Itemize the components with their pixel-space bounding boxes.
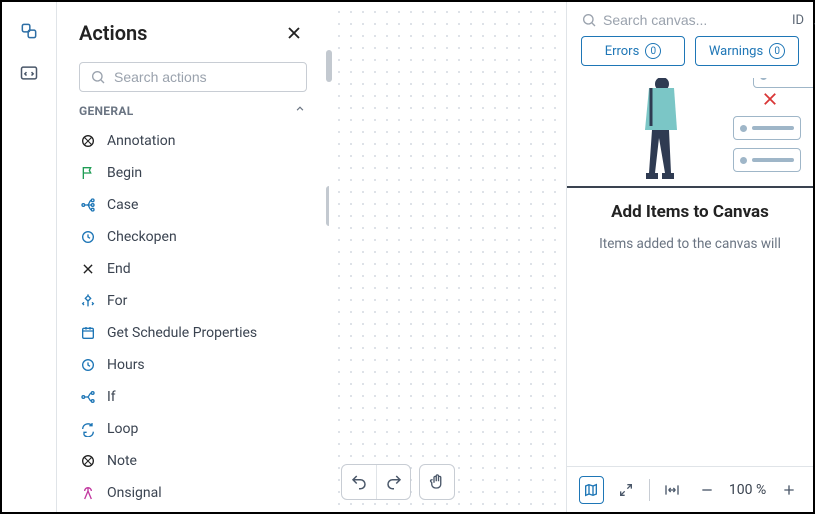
chevron-up-icon bbox=[293, 102, 307, 119]
expand-icon bbox=[618, 482, 634, 498]
action-item-note[interactable]: Note bbox=[67, 445, 319, 477]
clock-icon bbox=[79, 356, 97, 374]
redo-icon bbox=[385, 473, 403, 491]
flag-icon bbox=[79, 164, 97, 182]
undo-button[interactable] bbox=[342, 465, 376, 499]
tab-errors-label: Errors bbox=[605, 44, 640, 59]
canvas-search[interactable] bbox=[581, 12, 784, 28]
actions-list: Annotation Begin Case Checkopen bbox=[57, 123, 329, 512]
empty-state-subtitle: Items added to the canvas will bbox=[567, 236, 813, 252]
id-toggle[interactable]: ID bbox=[792, 13, 804, 28]
tab-warnings[interactable]: Warnings 0 bbox=[695, 36, 799, 66]
fit-width-button[interactable] bbox=[660, 476, 685, 504]
redo-button[interactable] bbox=[376, 465, 410, 499]
action-item-label: Note bbox=[107, 453, 137, 469]
action-item-label: Annotation bbox=[107, 133, 175, 149]
card-skeleton-icon bbox=[753, 78, 813, 88]
map-icon bbox=[583, 482, 599, 498]
action-item-end[interactable]: End bbox=[67, 253, 319, 285]
rail-components-button[interactable] bbox=[14, 16, 44, 46]
action-item-get-schedule-properties[interactable]: Get Schedule Properties bbox=[67, 317, 319, 349]
code-icon bbox=[19, 63, 39, 83]
action-item-checkopen[interactable]: Checkopen bbox=[67, 221, 319, 253]
fit-width-icon bbox=[663, 482, 681, 498]
signal-icon bbox=[79, 484, 97, 502]
action-item-label: Checkopen bbox=[107, 229, 177, 245]
action-item-label: Begin bbox=[107, 165, 142, 181]
branch-icon bbox=[79, 196, 97, 214]
action-item-label: Onsignal bbox=[107, 485, 162, 501]
zoom-level: 100 % bbox=[729, 482, 766, 498]
zoom-in-button[interactable] bbox=[776, 476, 801, 504]
minimap-button[interactable] bbox=[579, 476, 604, 504]
undo-icon bbox=[350, 473, 368, 491]
minus-icon bbox=[699, 482, 715, 498]
action-item-label: Hours bbox=[107, 357, 145, 373]
branch2-icon bbox=[79, 388, 97, 406]
plus-icon bbox=[781, 482, 797, 498]
action-item-label: End bbox=[107, 261, 131, 277]
action-item-label: For bbox=[107, 293, 127, 309]
actions-search[interactable] bbox=[79, 62, 307, 92]
action-item-if[interactable]: If bbox=[67, 381, 319, 413]
action-item-case[interactable]: Case bbox=[67, 189, 319, 221]
action-item-label: If bbox=[107, 389, 116, 405]
close-actions-button[interactable] bbox=[281, 20, 307, 46]
right-panel-footer: 100 % bbox=[567, 466, 813, 512]
actions-panel: Actions GENERAL Annotation bbox=[57, 2, 329, 512]
action-item-label: Case bbox=[107, 197, 138, 213]
errors-count-badge: 0 bbox=[645, 43, 661, 59]
canvas-search-input[interactable] bbox=[603, 12, 784, 28]
diamond-arrows-icon bbox=[79, 292, 97, 310]
close-icon bbox=[284, 23, 304, 43]
card-skeleton-icon bbox=[733, 148, 801, 172]
action-item-label: Loop bbox=[107, 421, 138, 437]
action-item-annotation[interactable]: Annotation bbox=[67, 125, 319, 157]
x-icon bbox=[79, 260, 97, 278]
search-icon bbox=[581, 12, 597, 28]
canvas-scrollbar[interactable] bbox=[326, 50, 332, 82]
person-icon bbox=[619, 78, 689, 188]
actions-group-header[interactable]: GENERAL bbox=[57, 98, 329, 123]
divider bbox=[649, 479, 650, 501]
right-panel-body: Add Items to Canvas Items added to the c… bbox=[567, 78, 813, 466]
tab-warnings-label: Warnings bbox=[709, 44, 763, 59]
empty-state-title: Add Items to Canvas bbox=[567, 202, 813, 222]
card-skeleton-icon bbox=[733, 116, 801, 140]
warnings-count-badge: 0 bbox=[769, 43, 785, 59]
loop-icon bbox=[79, 420, 97, 438]
calendar-icon bbox=[79, 324, 97, 342]
actions-search-input[interactable] bbox=[114, 69, 296, 85]
shapes-icon bbox=[19, 21, 39, 41]
rail-code-button[interactable] bbox=[14, 58, 44, 88]
zoom-out-button[interactable] bbox=[694, 476, 719, 504]
clock-icon bbox=[79, 228, 97, 246]
empty-state-illustration bbox=[567, 78, 813, 188]
action-item-hours[interactable]: Hours bbox=[67, 349, 319, 381]
annotation-icon bbox=[79, 132, 97, 150]
pan-button[interactable] bbox=[420, 465, 454, 499]
canvas[interactable] bbox=[329, 2, 566, 512]
annotation-icon bbox=[79, 452, 97, 470]
tab-errors[interactable]: Errors 0 bbox=[581, 36, 685, 66]
action-item-onsignal[interactable]: Onsignal bbox=[67, 477, 319, 509]
action-item-for[interactable]: For bbox=[67, 285, 319, 317]
hand-icon bbox=[428, 473, 446, 491]
actions-title: Actions bbox=[79, 21, 147, 45]
action-item-label: Get Schedule Properties bbox=[107, 325, 257, 341]
right-panel: ID Errors 0 Warnings 0 bbox=[566, 2, 813, 512]
search-icon bbox=[90, 69, 106, 85]
fullscreen-button[interactable] bbox=[614, 476, 639, 504]
actions-group-label: GENERAL bbox=[79, 104, 134, 118]
left-rail bbox=[2, 2, 57, 512]
action-item-begin[interactable]: Begin bbox=[67, 157, 319, 189]
action-item-loop[interactable]: Loop bbox=[67, 413, 319, 445]
canvas-toolbar bbox=[341, 464, 455, 500]
